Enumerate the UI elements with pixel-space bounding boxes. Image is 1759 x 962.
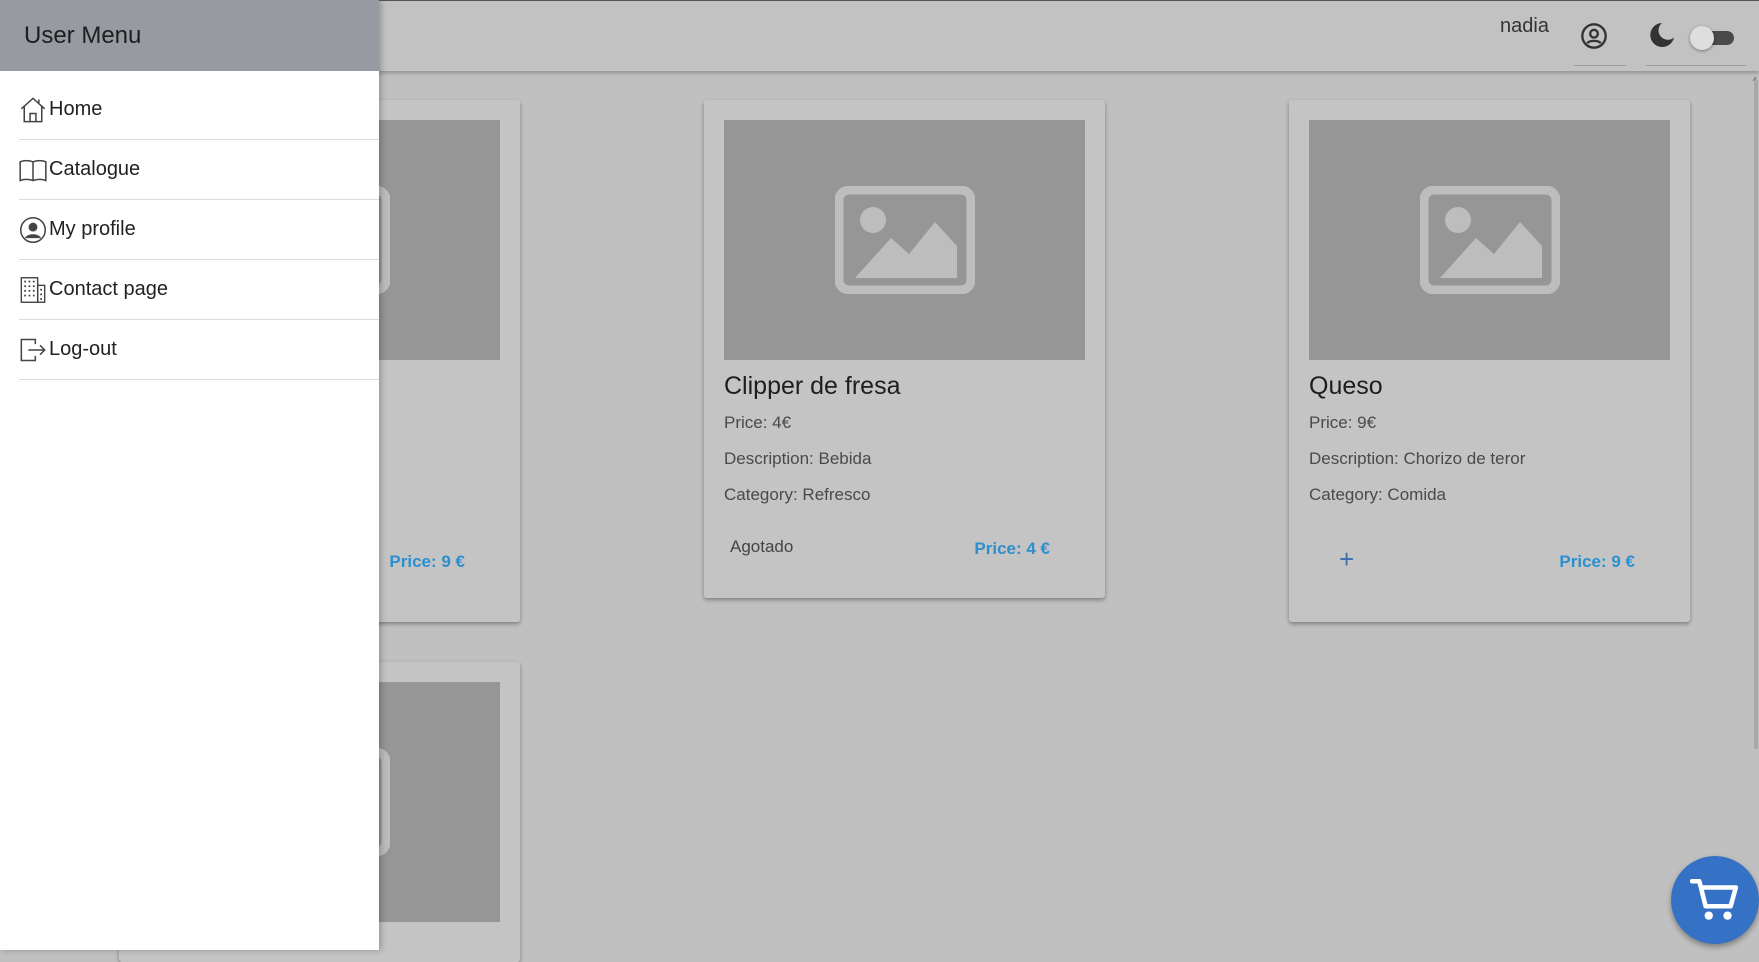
- product-image-placeholder: [724, 120, 1085, 360]
- scrollbar[interactable]: [1753, 71, 1759, 751]
- product-category: Category: Comida: [1309, 485, 1447, 504]
- product-price: Price: 4€: [724, 413, 792, 432]
- image-icon: [834, 186, 975, 294]
- image-icon: [1419, 186, 1560, 294]
- account-circle-icon[interactable]: [1576, 18, 1612, 54]
- theme-underline: [1646, 65, 1746, 66]
- drawer-header: User Menu: [0, 0, 379, 71]
- product-title: Clipper de fresa: [724, 372, 901, 400]
- logout-icon: [19, 335, 49, 365]
- profile-underline: [1574, 65, 1626, 66]
- product-card: Clipper de fresa Price: 4€ Description: …: [704, 100, 1105, 598]
- book-icon: [19, 155, 49, 185]
- product-title: Queso: [1309, 372, 1383, 400]
- menu-item-label: Contact page: [49, 278, 168, 300]
- theme-toggle[interactable]: [1690, 26, 1736, 50]
- scrollbar-thumb[interactable]: [1754, 79, 1758, 749]
- menu-item-contact-page[interactable]: Contact page: [19, 260, 379, 320]
- out-of-stock-label: Agotado: [730, 537, 794, 556]
- username-label: nadia: [1500, 15, 1549, 37]
- price-badge: Price: 4 €: [974, 539, 1050, 558]
- product-category: Category: Refresco: [724, 485, 871, 504]
- menu-item-home[interactable]: Home: [19, 80, 379, 140]
- product-price: Price: 9€: [1309, 413, 1377, 432]
- home-icon: [19, 95, 49, 125]
- moon-icon[interactable]: [1646, 19, 1678, 51]
- product-description: Description: Bebida: [724, 449, 872, 468]
- product-card: Queso Price: 9€ Description: Chorizo de …: [1289, 100, 1690, 622]
- menu-item-catalogue[interactable]: Catalogue: [19, 140, 379, 200]
- menu-item-label: Home: [49, 98, 103, 120]
- building-icon: [19, 275, 49, 305]
- menu-item-label: My profile: [49, 218, 136, 240]
- toggle-knob[interactable]: [1690, 26, 1714, 50]
- menu-item-label: Log-out: [49, 338, 117, 360]
- price-badge: Price: 9 €: [1559, 552, 1635, 571]
- price-badge: Price: 9 €: [389, 552, 465, 571]
- shopping-cart-button[interactable]: [1671, 856, 1759, 944]
- user-circle-icon: [19, 215, 49, 245]
- product-image-placeholder: [1309, 120, 1670, 360]
- drawer-title: User Menu: [24, 22, 142, 49]
- add-to-cart-button[interactable]: +: [1339, 544, 1354, 575]
- menu-item-my-profile[interactable]: My profile: [19, 200, 379, 260]
- product-description: Description: Chorizo de teror: [1309, 449, 1526, 468]
- menu-item-log-out[interactable]: Log-out: [19, 320, 379, 380]
- menu-item-label: Catalogue: [49, 158, 141, 180]
- shopping-cart-icon: [1690, 878, 1739, 920]
- user-menu-drawer: User Menu Home Catalogue My profile Cont…: [0, 0, 379, 950]
